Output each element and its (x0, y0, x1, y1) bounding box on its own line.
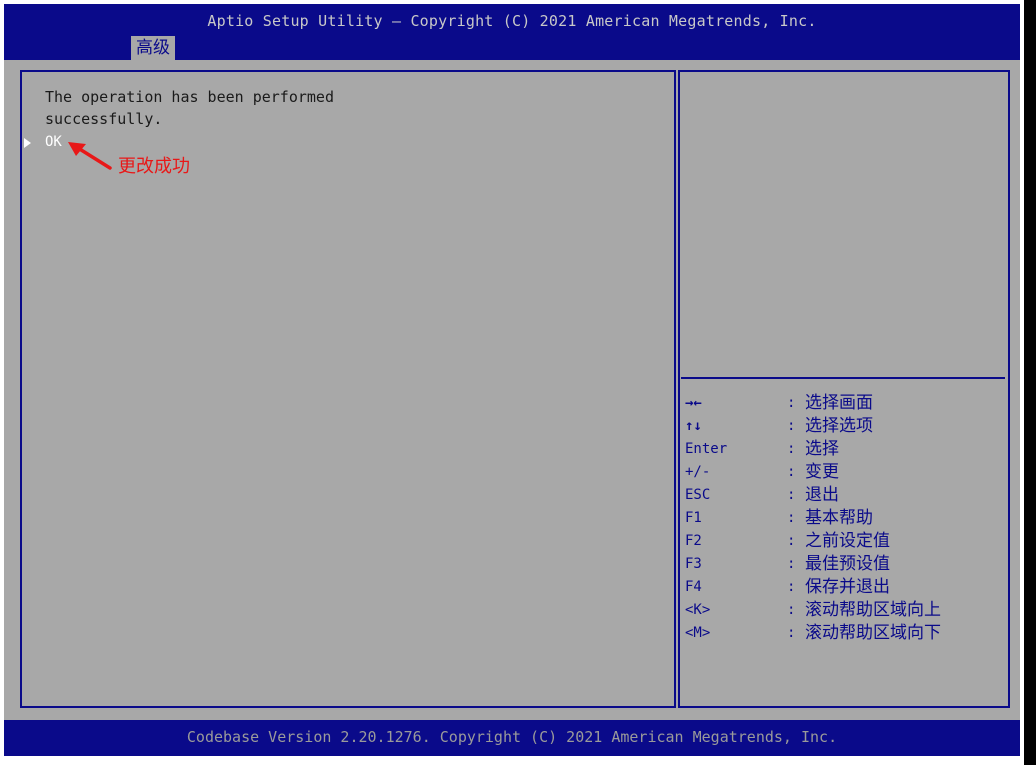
status-message: The operation has been performed success… (45, 88, 334, 128)
selection-pointer-icon (24, 138, 31, 148)
legend-description: 之前设定值 (805, 531, 890, 551)
legend-separator: : (787, 487, 796, 503)
legend-row: <K>: 滚动帮助区域向上 (685, 599, 1005, 622)
legend-description: 变更 (805, 462, 839, 482)
bios-screen: Aptio Setup Utility – Copyright (C) 2021… (0, 0, 1024, 765)
legend-key: F4 (685, 579, 702, 595)
legend-row: +/-: 变更 (685, 461, 1005, 484)
legend-key: F3 (685, 556, 702, 572)
legend-row: Enter: 选择 (685, 438, 1005, 461)
legend-row: F3: 最佳预设值 (685, 553, 1005, 576)
legend-key: <M> (685, 625, 711, 641)
legend-description: 选择 (805, 439, 839, 459)
legend-separator: : (787, 579, 796, 595)
legend-key: <K> (685, 602, 711, 618)
ok-label: OK (45, 134, 62, 150)
legend-description: 保存并退出 (805, 577, 890, 597)
legend-key: ↑↓ (685, 418, 702, 434)
legend-description: 滚动帮助区域向上 (805, 600, 941, 620)
key-legend: →←: 选择画面 ↑↓: 选择选项 Enter: 选择 +/-: 变更 ESC: 退出 F1: 基本帮… (685, 392, 1005, 645)
legend-key: F2 (685, 533, 702, 549)
legend-row: <M>: 滚动帮助区域向下 (685, 622, 1005, 645)
legend-separator: : (787, 418, 796, 434)
help-divider (681, 377, 1005, 379)
annotation-label: 更改成功 (118, 156, 190, 177)
footer-text: Codebase Version 2.20.1276. Copyright (C… (186, 728, 838, 746)
legend-separator: : (787, 510, 796, 526)
legend-key: ESC (685, 487, 711, 503)
legend-description: 最佳预设值 (805, 554, 890, 574)
legend-description: 基本帮助 (805, 508, 873, 528)
legend-row: →←: 选择画面 (685, 392, 1005, 415)
legend-separator: : (787, 556, 796, 572)
tab-advanced[interactable]: 高级 (131, 36, 175, 60)
legend-separator: : (787, 533, 796, 549)
legend-description: 滚动帮助区域向下 (805, 623, 941, 643)
header-title: Aptio Setup Utility – Copyright (C) 2021… (207, 12, 817, 30)
legend-row: ↑↓: 选择选项 (685, 415, 1005, 438)
legend-key: →← (685, 395, 702, 411)
legend-row: F1: 基本帮助 (685, 507, 1005, 530)
legend-row: F2: 之前设定值 (685, 530, 1005, 553)
legend-key: Enter (685, 441, 728, 457)
legend-description: 选择选项 (805, 416, 873, 436)
header-bar: Aptio Setup Utility – Copyright (C) 2021… (4, 4, 1020, 60)
legend-separator: : (787, 625, 796, 641)
legend-description: 选择画面 (805, 393, 873, 413)
annotation-arrow-icon (68, 142, 112, 170)
legend-row: ESC: 退出 (685, 484, 1005, 507)
legend-separator: : (787, 602, 796, 618)
legend-separator: : (787, 395, 796, 411)
legend-description: 退出 (805, 485, 839, 505)
legend-key: +/- (685, 464, 711, 480)
footer-bar: Codebase Version 2.20.1276. Copyright (C… (4, 720, 1020, 756)
legend-separator: : (787, 464, 796, 480)
legend-key: F1 (685, 510, 702, 526)
legend-row: F4: 保存并退出 (685, 576, 1005, 599)
legend-separator: : (787, 441, 796, 457)
